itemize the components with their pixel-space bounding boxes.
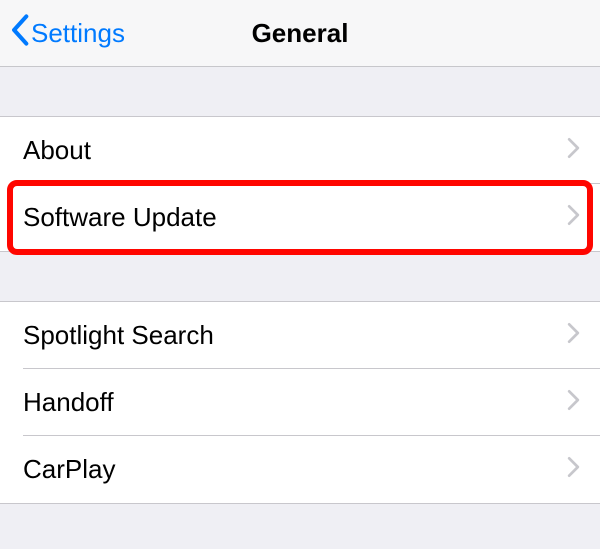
row-handoff[interactable]: Handoff — [0, 369, 600, 436]
row-label: Handoff — [23, 387, 567, 418]
row-spotlight-search[interactable]: Spotlight Search — [0, 302, 600, 369]
back-button[interactable]: Settings — [0, 13, 125, 54]
settings-group-1: About Software Update — [0, 116, 600, 252]
row-label: Software Update — [23, 202, 567, 233]
chevron-right-icon — [567, 322, 580, 349]
row-software-update[interactable]: Software Update — [0, 184, 600, 251]
chevron-right-icon — [567, 204, 580, 231]
chevron-right-icon — [567, 137, 580, 164]
back-label: Settings — [31, 18, 125, 49]
navigation-bar: Settings General — [0, 0, 600, 67]
page-title: General — [252, 18, 349, 49]
row-about[interactable]: About — [0, 117, 600, 184]
chevron-left-icon — [10, 13, 29, 54]
row-label: CarPlay — [23, 454, 567, 485]
row-label: Spotlight Search — [23, 320, 567, 351]
row-label: About — [23, 135, 567, 166]
chevron-right-icon — [567, 456, 580, 483]
settings-group-2: Spotlight Search Handoff CarPlay — [0, 301, 600, 504]
row-carplay[interactable]: CarPlay — [0, 436, 600, 503]
chevron-right-icon — [567, 389, 580, 416]
